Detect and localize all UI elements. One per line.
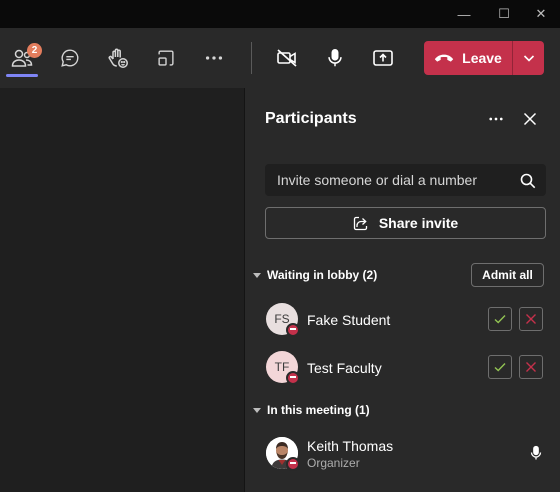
checkmark-icon bbox=[494, 363, 506, 372]
share-invite-button[interactable]: Share invite bbox=[265, 207, 546, 239]
caret-down-icon bbox=[253, 407, 261, 413]
camera-off-icon bbox=[277, 49, 297, 67]
close-window-button[interactable]: ✕ bbox=[518, 0, 560, 28]
panel-more-button[interactable] bbox=[485, 108, 507, 130]
close-icon bbox=[526, 362, 536, 372]
rooms-icon bbox=[158, 50, 174, 66]
mic-toggle-button[interactable] bbox=[317, 40, 353, 76]
caret-down-icon bbox=[253, 272, 261, 278]
participant-name: Fake Student bbox=[307, 312, 391, 328]
meeting-stage bbox=[0, 88, 244, 492]
chat-icon bbox=[61, 49, 79, 67]
more-icon bbox=[489, 117, 503, 121]
deny-button[interactable] bbox=[519, 307, 543, 331]
panel-title: Participants bbox=[265, 110, 357, 127]
blocked-status-icon bbox=[286, 371, 300, 385]
leave-options-button[interactable] bbox=[513, 41, 544, 75]
share-content-button[interactable] bbox=[365, 40, 401, 76]
mic-icon bbox=[328, 49, 342, 67]
share-tray-icon bbox=[373, 50, 393, 66]
admit-button[interactable] bbox=[488, 307, 512, 331]
invite-search-input[interactable] bbox=[265, 164, 546, 196]
maximize-icon: ☐ bbox=[498, 6, 510, 21]
panel-close-button[interactable] bbox=[519, 108, 541, 130]
leave-button-group: Leave bbox=[424, 41, 544, 75]
mic-icon[interactable] bbox=[528, 445, 544, 461]
share-invite-label: Share invite bbox=[378, 215, 459, 231]
list-item: Keith Thomas Organizer bbox=[245, 437, 560, 483]
minimize-icon: — bbox=[457, 6, 471, 22]
admit-button[interactable] bbox=[488, 355, 512, 379]
participants-panel: Participants Share invite Waiting in lob… bbox=[244, 88, 560, 492]
phone-hangup-icon bbox=[434, 54, 454, 62]
blocked-status-icon bbox=[286, 323, 300, 337]
raise-hand-icon bbox=[108, 48, 128, 68]
lobby-header-label: Waiting in lobby (2) bbox=[267, 268, 378, 282]
checkmark-icon bbox=[494, 315, 506, 324]
camera-toggle-button[interactable] bbox=[269, 40, 305, 76]
reactions-button[interactable] bbox=[100, 40, 136, 76]
list-item: FS Fake Student bbox=[245, 303, 560, 349]
lobby-section-header[interactable]: Waiting in lobby (2) bbox=[253, 265, 377, 285]
leave-label: Leave bbox=[462, 50, 502, 66]
more-icon bbox=[205, 56, 223, 60]
chat-button[interactable] bbox=[52, 40, 88, 76]
participant-role: Organizer bbox=[307, 456, 360, 470]
participant-name: Keith Thomas bbox=[307, 438, 394, 454]
active-tab-indicator bbox=[6, 74, 38, 77]
close-window-icon: ✕ bbox=[535, 6, 547, 21]
search-icon bbox=[520, 173, 536, 189]
participants-count-badge: 2 bbox=[27, 43, 42, 58]
toolbar-divider bbox=[251, 42, 252, 74]
close-icon bbox=[526, 314, 536, 324]
more-actions-button[interactable] bbox=[196, 40, 232, 76]
list-item: TF Test Faculty bbox=[245, 351, 560, 397]
breakout-rooms-button[interactable] bbox=[148, 40, 184, 76]
blocked-status-icon bbox=[286, 457, 300, 471]
deny-button[interactable] bbox=[519, 355, 543, 379]
meeting-header-label: In this meeting (1) bbox=[267, 403, 370, 417]
share-icon bbox=[353, 216, 367, 231]
close-icon bbox=[523, 112, 537, 126]
chevron-down-icon bbox=[523, 55, 534, 62]
title-bar: — ☐ ✕ bbox=[0, 0, 560, 28]
participant-name: Test Faculty bbox=[307, 360, 382, 376]
admit-all-button[interactable]: Admit all bbox=[471, 263, 544, 287]
leave-button[interactable]: Leave bbox=[424, 41, 512, 75]
meeting-section-header[interactable]: In this meeting (1) bbox=[253, 400, 370, 420]
